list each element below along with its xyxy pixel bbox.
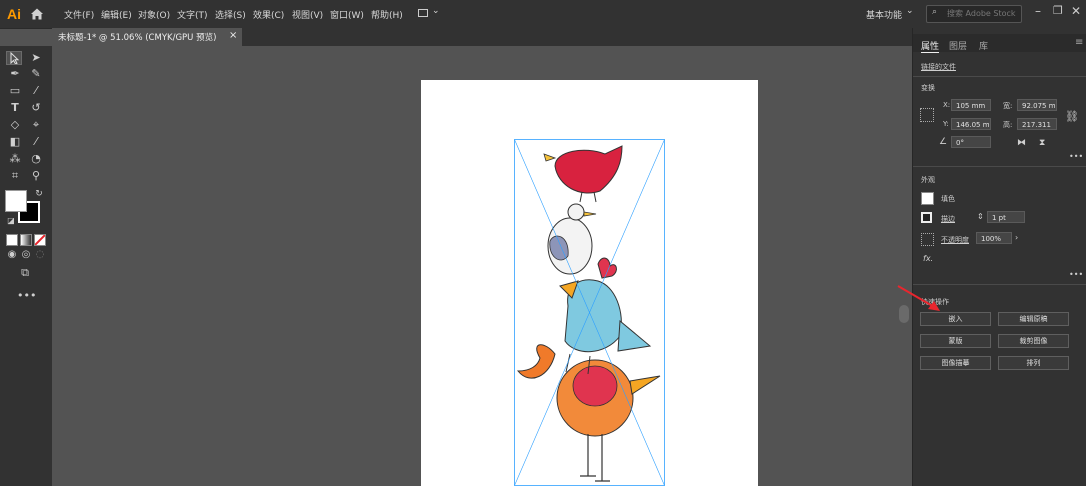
menu-window[interactable]: 窗口(W)	[330, 8, 364, 21]
crop-image-button[interactable]: 裁剪图像	[998, 334, 1069, 348]
tab-layers[interactable]: 图层	[949, 39, 967, 52]
artboard-tool-icon[interactable]: ⌗	[7, 169, 23, 183]
menu-bar: Ai 文件(F) 编辑(E) 对象(O) 文字(T) 选择(S) 效果(C) 视…	[0, 0, 1086, 29]
rotate-tool-icon[interactable]: ↺	[28, 101, 44, 115]
menu-effect[interactable]: 效果(C)	[253, 8, 284, 21]
draw-inside-icon[interactable]: ◌	[32, 248, 48, 262]
angle-icon: ∠	[939, 137, 948, 147]
arrange-button[interactable]: 排列	[998, 356, 1069, 370]
y-field[interactable]: 146.05 m	[951, 118, 991, 130]
gradient-tool-icon[interactable]: ◧	[7, 135, 23, 149]
more-options-icon[interactable]: •••	[1069, 152, 1083, 161]
stepper-icon[interactable]: ⇕	[977, 212, 984, 221]
linked-file-label[interactable]: 链接的文件	[921, 62, 956, 72]
app-logo: Ai	[7, 6, 21, 22]
stroke-weight-field[interactable]: 1 pt	[987, 211, 1025, 223]
fill-color-swatch[interactable]	[921, 192, 934, 205]
menu-edit[interactable]: 编辑(E)	[101, 8, 132, 21]
vertical-scrollbar-thumb[interactable]	[899, 305, 909, 323]
swap-colors-icon[interactable]: ↻	[31, 187, 47, 201]
more-options-icon[interactable]: •••	[1069, 270, 1083, 279]
mask-button[interactable]: 蒙版	[920, 334, 991, 348]
flip-horizontal-icon[interactable]: ⧓	[1017, 138, 1026, 148]
opacity-icon	[921, 233, 934, 246]
selection-tool[interactable]	[6, 51, 22, 65]
width-label: 宽:	[1003, 102, 1013, 110]
y-label: Y:	[943, 120, 949, 128]
rectangle-tool-icon[interactable]: ▭	[7, 84, 23, 98]
default-colors-icon[interactable]: ◪	[3, 214, 19, 228]
properties-panel: 属性 图层 库 ≡ 链接的文件 变换 X: 105 mm Y: 146.05 m…	[912, 28, 1086, 486]
stock-search-input[interactable]: ⌕ 搜索 Adobe Stock	[926, 5, 1022, 23]
menu-help[interactable]: 帮助(H)	[371, 8, 403, 21]
chevron-down-icon[interactable]: ⌄	[906, 6, 914, 16]
tools-panel: ➤ ✒ ✎ ▭ ⁄ T ↺ ◇ ⌖ ◧ ⁄ ⁂ ◔ ⌗ ⚲ ↻ ◪ ◉ ◎ ◌ …	[0, 46, 53, 486]
gradient-mode-icon[interactable]	[20, 234, 32, 246]
fill-label: 填色	[941, 195, 955, 203]
chevron-down-icon[interactable]: ⌄	[432, 6, 440, 16]
chevron-right-icon[interactable]: ›	[1015, 233, 1018, 242]
height-field[interactable]: 217.311	[1017, 118, 1057, 130]
width-field[interactable]: 92.075 m	[1017, 99, 1057, 111]
arrange-documents-icon[interactable]	[418, 9, 428, 17]
reference-point-icon[interactable]	[920, 108, 934, 122]
eyedropper-icon[interactable]: ⁄	[28, 135, 44, 149]
home-icon[interactable]	[30, 7, 44, 21]
x-field[interactable]: 105 mm	[951, 99, 991, 111]
menu-select[interactable]: 选择(S)	[215, 8, 246, 21]
menu-file[interactable]: 文件(F)	[64, 8, 94, 21]
transform-header: 变换	[921, 84, 935, 92]
image-trace-button[interactable]: 图像描摹	[920, 356, 991, 370]
tab-libraries[interactable]: 库	[979, 39, 988, 52]
document-tab[interactable]: 未标题-1* @ 51.06% (CMYK/GPU 预览) ×	[52, 28, 242, 46]
none-mode-icon[interactable]	[34, 234, 46, 246]
document-tab-title: 未标题-1* @ 51.06% (CMYK/GPU 预览)	[58, 33, 217, 43]
fx-icon[interactable]: fx.	[923, 254, 933, 263]
x-label: X:	[943, 101, 951, 109]
selection-arrow-icon	[10, 51, 20, 65]
panel-menu-icon[interactable]: ≡	[1075, 37, 1083, 48]
red-bird	[543, 145, 623, 203]
pen-tool-icon[interactable]: ✒	[7, 67, 23, 81]
eraser-icon[interactable]: ◇	[7, 118, 23, 132]
fill-swatch[interactable]	[5, 190, 27, 212]
restore-icon[interactable]: ❐	[1053, 4, 1063, 17]
placed-image[interactable]	[510, 136, 670, 486]
menu-object[interactable]: 对象(O)	[138, 8, 170, 21]
close-icon[interactable]: ✕	[1071, 4, 1081, 18]
appearance-header: 外观	[921, 176, 935, 184]
more-tools-icon[interactable]: •••	[17, 289, 36, 303]
close-tab-icon[interactable]: ×	[229, 30, 237, 41]
shape-builder-icon[interactable]: ◔	[28, 152, 44, 166]
stroke-label[interactable]: 描边	[941, 214, 955, 224]
paintbrush-icon[interactable]: ⁄	[28, 84, 44, 98]
direct-selection-icon[interactable]: ➤	[28, 51, 44, 65]
menu-type[interactable]: 文字(T)	[177, 8, 208, 21]
type-tool-icon[interactable]: T	[7, 101, 23, 115]
curvature-tool-icon[interactable]: ✎	[28, 67, 44, 81]
height-label: 高:	[1003, 121, 1013, 129]
flip-vertical-icon[interactable]: ⧗	[1039, 138, 1045, 148]
workspace-switcher[interactable]: 基本功能	[866, 8, 902, 21]
minimize-icon[interactable]: –	[1035, 4, 1041, 18]
seagull	[547, 203, 597, 275]
menu-view[interactable]: 视图(V)	[292, 8, 323, 21]
edit-original-button[interactable]: 编辑原稿	[998, 312, 1069, 326]
screen-mode-icon[interactable]: ⧉	[17, 266, 33, 280]
rotate-field[interactable]: 0°	[951, 136, 991, 148]
free-transform-icon[interactable]: ⌖	[28, 118, 44, 132]
symbol-sprayer-icon[interactable]: ⁂	[7, 152, 23, 166]
search-icon: ⌕	[932, 7, 938, 17]
constrain-proportions-icon[interactable]: ⛓	[1065, 110, 1079, 123]
zoom-icon[interactable]: ⚲	[28, 169, 44, 183]
stroke-color-swatch[interactable]	[921, 212, 932, 223]
opacity-field[interactable]: 100%	[976, 232, 1012, 244]
color-mode-icon[interactable]	[6, 234, 18, 246]
tab-properties[interactable]: 属性	[921, 39, 940, 53]
opacity-label[interactable]: 不透明度	[941, 235, 969, 245]
